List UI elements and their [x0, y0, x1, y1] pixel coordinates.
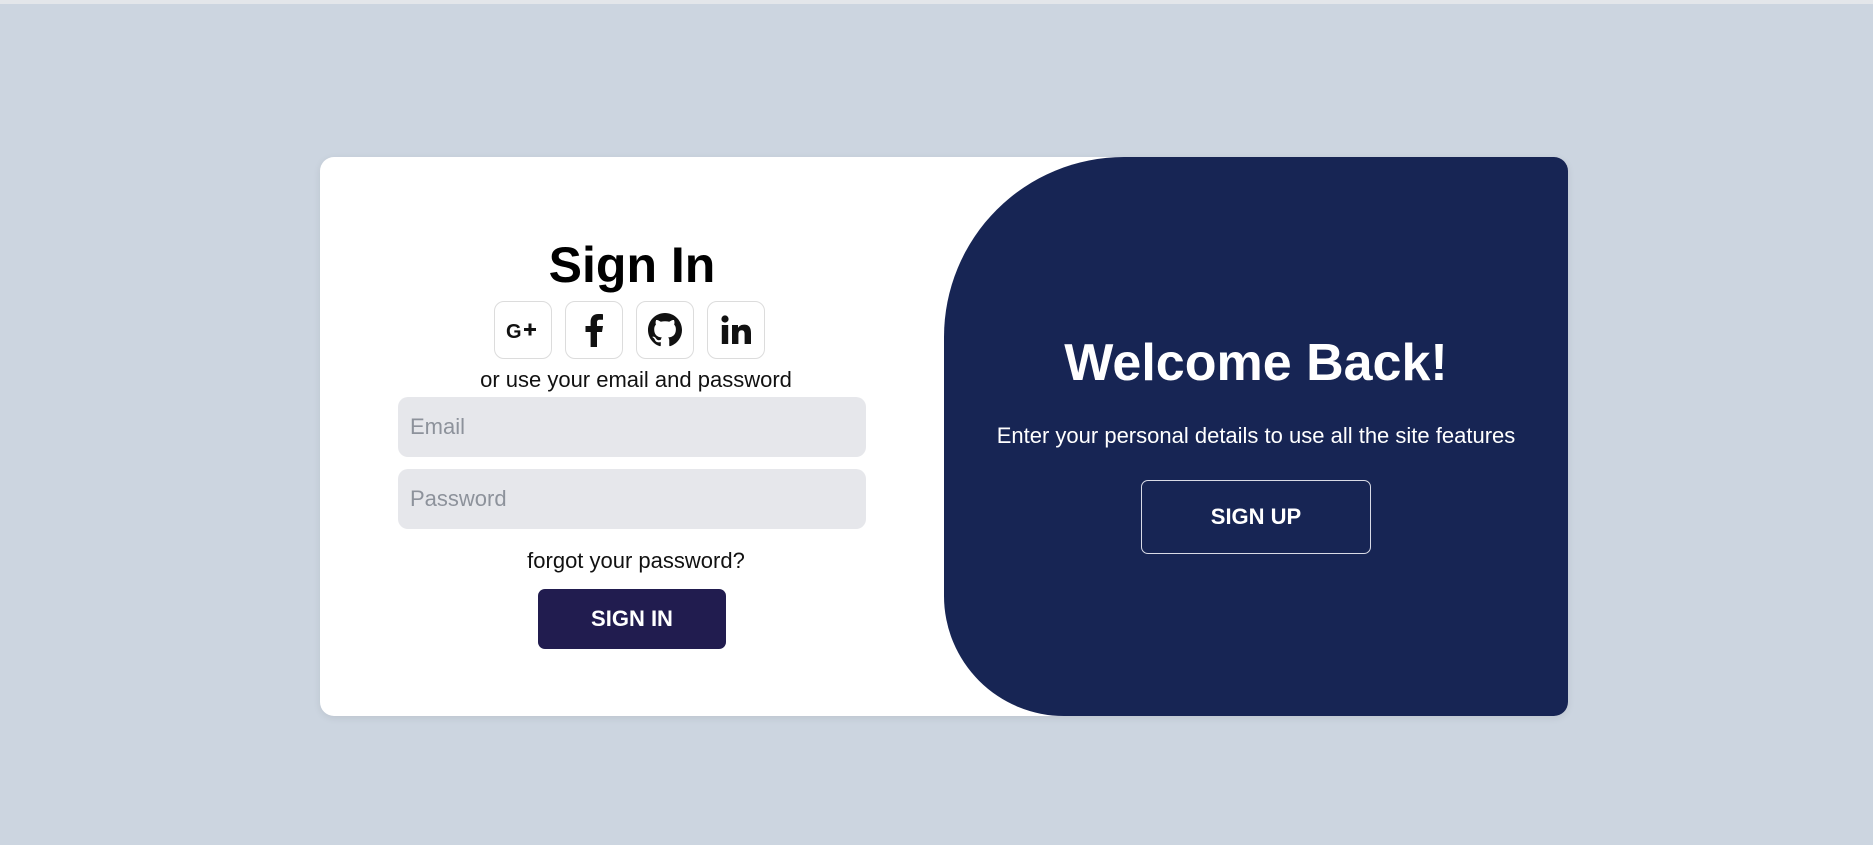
signup-button[interactable]: SIGN UP	[1141, 480, 1371, 554]
svg-text:G: G	[506, 321, 522, 342]
linkedin-button[interactable]	[707, 301, 765, 359]
signin-button[interactable]: SIGN IN	[538, 589, 726, 649]
password-field[interactable]	[398, 469, 866, 529]
google-plus-icon: G	[506, 321, 536, 342]
welcome-title: Welcome Back!	[1064, 334, 1448, 392]
github-icon	[648, 313, 682, 347]
linkedin-icon	[721, 315, 751, 344]
github-button[interactable]	[636, 301, 694, 359]
auth-card: Sign In G or use your email and password…	[320, 157, 1568, 716]
welcome-panel: Welcome Back! Enter your personal detail…	[944, 157, 1568, 716]
social-login-row: G	[494, 301, 765, 359]
alt-login-text: or use your email and password	[480, 367, 792, 392]
google-plus-button[interactable]: G	[494, 301, 552, 359]
welcome-text: Enter your personal details to use all t…	[996, 423, 1516, 448]
browser-top-strip	[0, 0, 1873, 4]
facebook-button[interactable]	[565, 301, 623, 359]
facebook-icon	[585, 314, 603, 347]
forgot-password-link[interactable]: forgot your password?	[320, 548, 952, 574]
email-field[interactable]	[398, 397, 866, 457]
signin-title: Sign In	[548, 237, 716, 293]
signin-panel: Sign In G or use your email and password…	[320, 157, 944, 716]
